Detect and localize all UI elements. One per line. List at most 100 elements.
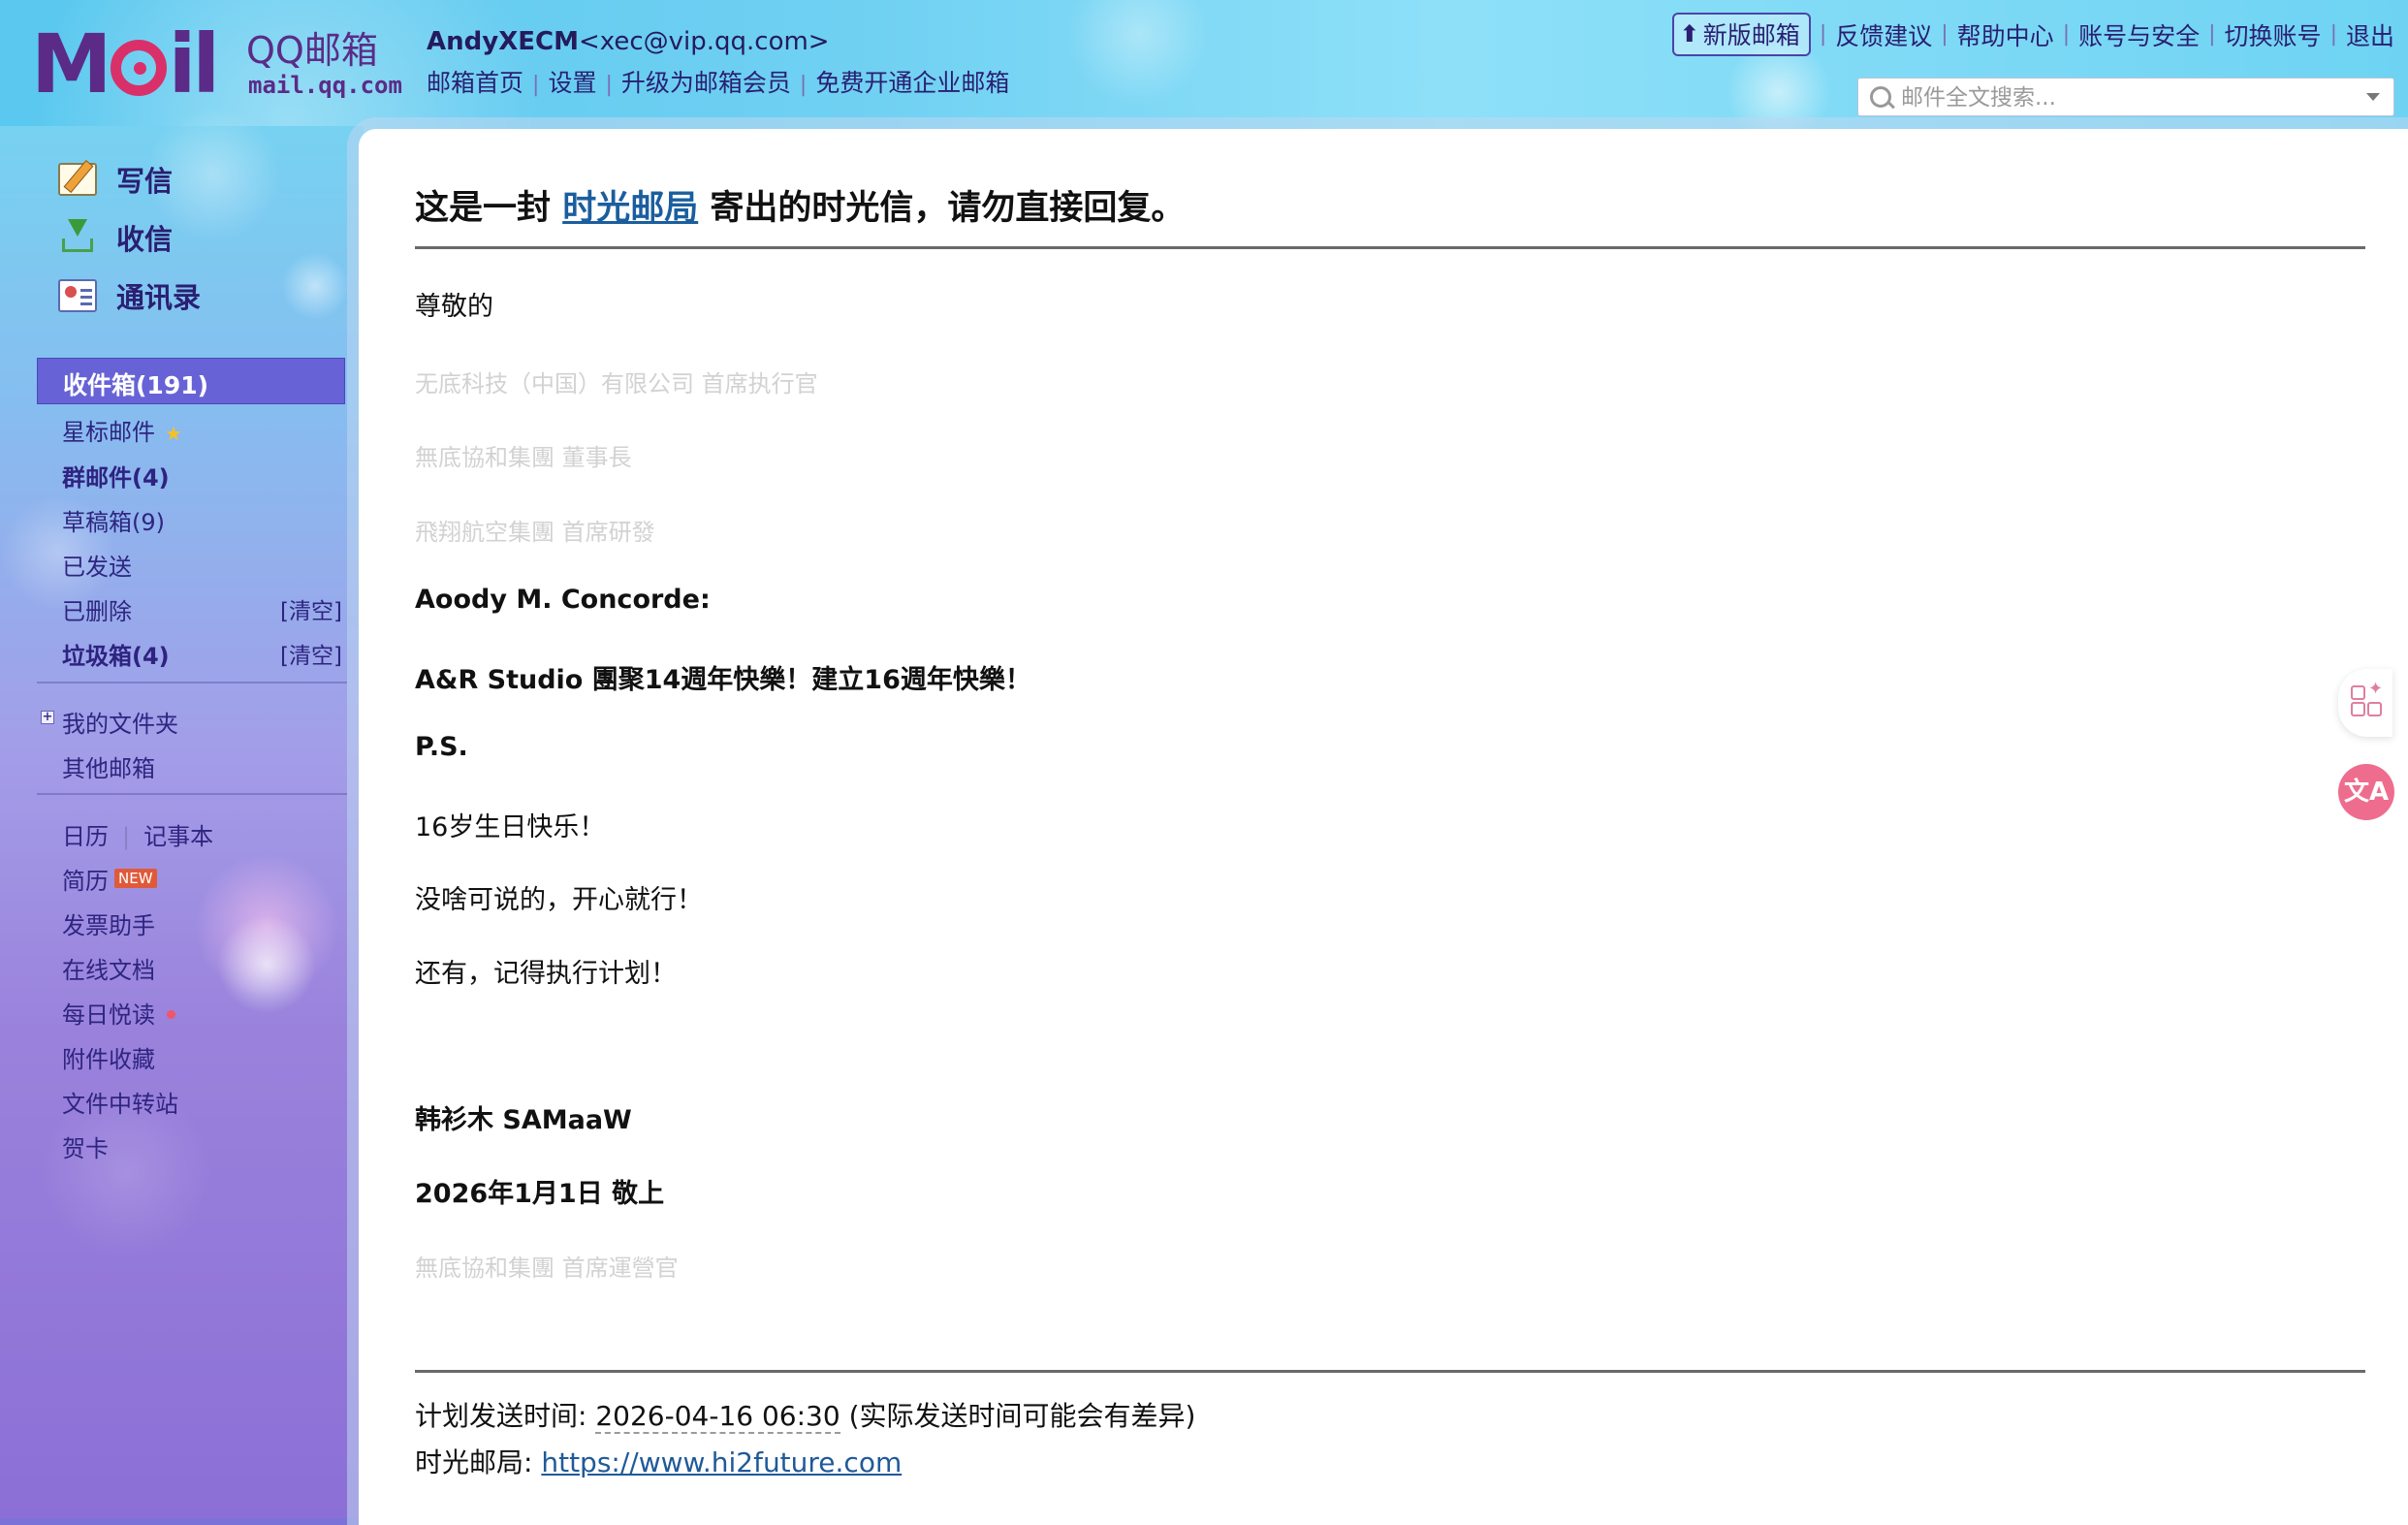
new-version-button[interactable]: ⬆ 新版邮箱 [1671, 13, 1811, 56]
clear-deleted-button[interactable]: [清空] [280, 592, 342, 625]
expand-icon[interactable]: + [41, 711, 54, 724]
greeting: 尊敬的 [415, 292, 493, 322]
separator: | [2329, 22, 2337, 47]
tool-file-transfer[interactable]: 文件中转站 [62, 1085, 178, 1119]
faint-title-2: 無底協和集團 董事長 [415, 444, 632, 471]
translate-float-button[interactable]: 文A [2338, 762, 2394, 824]
tool-greeting-card[interactable]: 贺卡 [62, 1129, 109, 1163]
body-line-1: 16岁生日快乐！ [415, 812, 606, 842]
tool-notepad[interactable]: 记事本 [143, 823, 213, 850]
translate-icon: 文A [2338, 764, 2394, 820]
logo-bell-icon [110, 40, 167, 96]
link-settings[interactable]: 设置 [548, 69, 596, 97]
receive-icon [58, 219, 97, 254]
folder-group[interactable]: 群邮件(4) [62, 459, 170, 492]
separator: | [799, 73, 808, 97]
faint-title-1: 无底科技（中国）有限公司 首席执行官 [415, 370, 818, 397]
folder-my-folders[interactable]: 我的文件夹 [62, 705, 178, 739]
receive-label: 收信 [116, 223, 174, 256]
compose-icon [58, 163, 97, 196]
user-info: AndyXECM<xec@vip.qq.com> [427, 27, 830, 56]
folder-spam[interactable]: 垃圾箱(4) [62, 637, 170, 671]
post-office-label: 时光邮局: [415, 1446, 542, 1478]
signature-date: 2026年1月1日 敬上 [415, 1179, 665, 1209]
header-nav: 邮箱首页 | 设置 | 升级为邮箱会员 | 免费开通企业邮箱 [427, 64, 1009, 99]
body-line-3: 还有，记得执行计划！ [415, 959, 677, 989]
qq-mail-logo[interactable]: Mil QQ邮箱 mail.qq.com [31, 16, 402, 111]
mail-content-panel [359, 129, 2408, 1525]
faint-title-3: 飛翔航空集團 首席研發 [415, 519, 655, 546]
title-prefix: 这是一封 [415, 189, 552, 228]
tool-invoice[interactable]: 发票助手 [62, 906, 155, 940]
link-account-security[interactable]: 账号与安全 [2078, 17, 2200, 52]
separator: | [605, 73, 613, 97]
folder-drafts[interactable]: 草稿箱(9) [62, 503, 165, 537]
contacts-icon [58, 279, 97, 312]
compose-button[interactable]: 写信 [58, 159, 173, 200]
separator: | [1941, 22, 1949, 47]
folder-other-mailboxes[interactable]: 其他邮箱 [62, 749, 155, 783]
scheduled-label: 计划发送时间: [415, 1400, 596, 1432]
post-office-url-link[interactable]: https://www.hi2future.com [541, 1446, 902, 1478]
title-divider [415, 246, 2365, 249]
logo-mark: Mil [31, 16, 220, 111]
link-enterprise-mail[interactable]: 免费开通企业邮箱 [815, 69, 1009, 97]
search-icon[interactable] [1870, 86, 1891, 108]
mail-title: 这是一封 时光邮局 寄出的时光信，请勿直接回复。 [415, 180, 1185, 230]
time-post-office-link[interactable]: 时光邮局 [562, 189, 698, 228]
folder-inbox[interactable]: 收件箱(191) [37, 358, 345, 404]
logo-url: mail.qq.com [248, 72, 402, 99]
up-arrow-icon: ⬆ [1679, 20, 1699, 48]
tool-calendar[interactable]: 日历 [62, 823, 109, 850]
scheduled-note: (实际发送时间可能会有差异) [840, 1400, 1196, 1432]
search-box [1857, 78, 2394, 116]
folder-deleted[interactable]: 已删除 [62, 592, 132, 626]
signature-name: 韩衫木 SAMaaW [415, 1105, 632, 1135]
link-upgrade-member[interactable]: 升级为邮箱会员 [621, 69, 791, 97]
link-help-center[interactable]: 帮助中心 [1957, 17, 2054, 52]
chevron-down-icon[interactable] [2366, 93, 2380, 101]
user-name: AndyXECM [427, 27, 579, 56]
footer-divider [415, 1370, 2365, 1373]
user-email: <xec@vip.qq.com> [578, 27, 830, 56]
separator: | [2062, 22, 2071, 47]
folder-sent[interactable]: 已发送 [62, 548, 132, 582]
body-line-2: 没啥可说的，开心就行！ [415, 885, 703, 915]
search-input[interactable] [1899, 82, 2349, 113]
link-switch-account[interactable]: 切换账号 [2225, 17, 2322, 52]
scheduled-time-line: 计划发送时间: 2026-04-16 06:30 (实际发送时间可能会有差异) [415, 1395, 1195, 1434]
new-version-label: 新版邮箱 [1702, 21, 1800, 49]
top-right-nav: ⬆ 新版邮箱 | 反馈建议 | 帮助中心 | 账号与安全 | 切换账号 | 退出 [1671, 13, 2394, 56]
sidebar-divider [37, 793, 347, 795]
tool-attachments[interactable]: 附件收藏 [62, 1040, 155, 1074]
tool-resume[interactable]: 简历 NEW [62, 862, 157, 896]
sidebar-divider [37, 682, 347, 683]
clear-spam-button[interactable]: [清空] [280, 637, 342, 670]
separator: | [122, 823, 131, 850]
folder-inbox-label: 收件箱(191) [63, 371, 209, 399]
contacts-label: 通讯录 [116, 281, 202, 314]
contacts-button[interactable]: 通讯录 [58, 275, 201, 316]
tool-daily-read[interactable]: 每日悦读 [62, 996, 175, 1030]
post-office-line: 时光邮局: https://www.hi2future.com [415, 1442, 902, 1480]
separator: | [532, 73, 540, 97]
star-icon: ★ [165, 422, 182, 445]
compose-label: 写信 [116, 165, 174, 198]
separator: | [2208, 22, 2216, 47]
receive-button[interactable]: 收信 [58, 217, 173, 258]
headline: A&R Studio 團聚14週年快樂！建立16週年快樂！ [415, 665, 1031, 695]
ps-label: P.S. [415, 732, 468, 762]
logo-text: QQ邮箱 [246, 29, 378, 72]
folder-starred[interactable]: 星标邮件 ★ [62, 413, 182, 447]
tools-row-calendar-notes: 日历 | 记事本 [62, 817, 213, 851]
tool-daily-read-label: 每日悦读 [62, 1001, 155, 1029]
link-mail-home[interactable]: 邮箱首页 [427, 69, 523, 97]
scheduled-time: 2026-04-16 06:30 [595, 1400, 840, 1434]
new-badge: NEW [114, 869, 157, 888]
tool-resume-label: 简历 [62, 868, 109, 895]
apps-float-button[interactable]: ✦ [2338, 669, 2392, 737]
link-logout[interactable]: 退出 [2346, 17, 2394, 52]
link-feedback[interactable]: 反馈建议 [1835, 17, 1932, 52]
tool-docs[interactable]: 在线文档 [62, 951, 155, 985]
faint-title-4: 無底協和集團 首席運營官 [415, 1255, 679, 1282]
